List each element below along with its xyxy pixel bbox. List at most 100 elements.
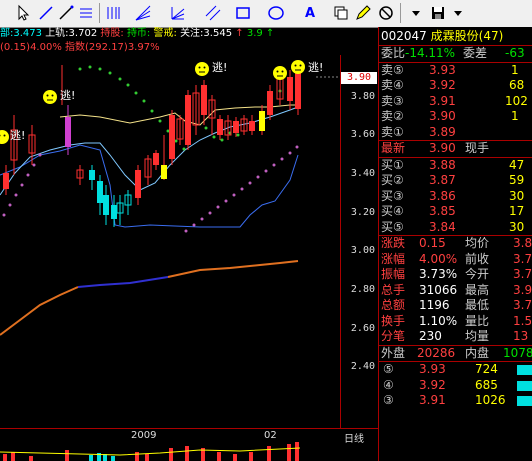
buy-row: 买④ 3.85 17 [379, 204, 532, 220]
fan-icon[interactable] [133, 3, 153, 23]
sell-price: 3.89 [429, 124, 456, 139]
delete-icon[interactable] [376, 3, 396, 23]
sell-label: 卖② [381, 109, 404, 123]
gann-icon[interactable] [168, 3, 188, 23]
neipan-value: 1078 [503, 345, 532, 360]
drawing-toolbar: A [0, 0, 532, 28]
index-value: 指数(292.17)3.97% [65, 42, 160, 53]
latest-label: 最新 [381, 141, 406, 155]
ray-icon[interactable] [56, 3, 76, 23]
depth-row: ③ 3.91 1026 [379, 393, 532, 409]
stat-value: 13 [513, 329, 529, 343]
stat-label: 今开 [465, 267, 490, 281]
depth-bar [517, 396, 532, 406]
stat-value: 3.73% [419, 267, 458, 281]
escape-marker [273, 66, 287, 80]
stat-row: 振幅 3.73% 今开 3.7 [379, 267, 532, 283]
buy-label: 买④ [381, 204, 404, 218]
escape-label: 逃! [60, 89, 75, 102]
sell-label: 卖④ [381, 78, 404, 92]
sell-row: 卖④ 3.92 68 [379, 78, 532, 94]
mid-band-line [0, 106, 299, 196]
buy-price: 3.84 [429, 219, 456, 234]
rectangle-icon[interactable] [233, 3, 253, 23]
depth-row: ⑤ 3.93 724 [379, 362, 532, 378]
stat-row: 涨幅 4.00% 前收 3.7 [379, 252, 532, 268]
stat-row: 换手 1.10% 量比 1.5 [379, 314, 532, 330]
indicator-value: 持币: [126, 28, 151, 39]
line-icon[interactable] [36, 3, 56, 23]
y-tick: 2.80 [350, 284, 375, 295]
buy-volume: 47 [509, 157, 525, 172]
stat-value: 0.15 [419, 236, 446, 250]
buy-price: 3.86 [429, 188, 456, 203]
stat-value: 3.7 [513, 298, 532, 312]
stat-row: 涨跌 0.15 均价 3.8 [379, 236, 532, 252]
waipan-value: 20286 [417, 345, 456, 360]
stat-value: 3.8 [513, 236, 532, 250]
sell-row: 卖③ 3.91 102 [379, 94, 532, 110]
price-axis: 3.90 3.80 3.60 3.40 3.20 3.00 2.80 2.60 … [340, 55, 379, 428]
stat-label: 量比 [465, 313, 490, 328]
latest-row: 最新 3.90 现手 [379, 141, 532, 157]
stat-label: 最高 [465, 282, 490, 297]
text-icon[interactable]: A [300, 3, 320, 23]
dropdown-icon[interactable] [406, 3, 426, 23]
escape-marker [291, 60, 305, 74]
depth-price: 3.92 [419, 377, 446, 392]
escape-label: 逃! [212, 61, 227, 74]
cursor-icon[interactable] [14, 3, 34, 23]
latest-value: 3.90 [429, 141, 456, 155]
escape-label: 逃! [308, 61, 323, 74]
xianshou-label: 现手 [465, 141, 490, 155]
weibi-label: 委比 [381, 46, 406, 60]
stat-value: 1.10% [419, 313, 458, 328]
buy-label: 买③ [381, 188, 404, 203]
buy-label: 买⑤ [381, 219, 404, 234]
index-info-line: (0.15)4.00% 指数(292.17)3.97% [0, 41, 340, 55]
sell-label: 卖③ [381, 93, 404, 108]
stat-label: 涨跌 [381, 236, 406, 250]
buy-row: 买② 3.87 59 [379, 173, 532, 189]
indicator-value: 持股: [100, 28, 124, 39]
buy-volume: 59 [509, 173, 525, 187]
y-tick: 3.00 [350, 245, 375, 256]
vertical-lines-icon[interactable] [103, 3, 123, 23]
buy-volume: 30 [509, 219, 525, 234]
candles [3, 65, 301, 227]
escape-marker [43, 90, 57, 104]
buy-volume: 30 [509, 188, 525, 203]
save-icon[interactable] [428, 3, 448, 23]
date-label: 2009 [131, 430, 157, 441]
copy-icon[interactable] [331, 3, 351, 23]
sell-volume: 102 [505, 93, 528, 108]
weibi-value: -14.11% [405, 46, 456, 60]
stat-label: 总额 [381, 298, 406, 312]
sell-label: 卖⑤ [381, 62, 404, 77]
stat-label: 均价 [465, 236, 490, 250]
stat-value: 1196 [419, 298, 450, 312]
waipan-label: 外盘 [381, 345, 406, 360]
dropdown-icon[interactable] [448, 3, 468, 23]
sell-label: 卖① [381, 124, 404, 139]
y-tick: 3.60 [350, 129, 375, 140]
parallel-icon[interactable] [76, 3, 96, 23]
indicator-value: 警戒: [153, 28, 177, 39]
depth-bar [517, 380, 532, 391]
buy-price: 3.87 [429, 173, 456, 187]
stat-value: 3.7 [513, 251, 532, 266]
depth-price: 3.93 [419, 362, 446, 376]
stat-label: 总手 [381, 282, 406, 297]
kline-chart[interactable]: 逃! 逃! 逃! 逃! [0, 55, 340, 428]
ellipse-icon[interactable] [266, 3, 286, 23]
channel-icon[interactable] [203, 3, 223, 23]
stat-label: 涨幅 [381, 251, 406, 266]
buy-row: 买① 3.88 47 [379, 158, 532, 174]
sell-row: 卖① 3.89 [379, 125, 532, 141]
sell-price: 3.90 [429, 109, 456, 123]
indicator-value: ↑ [235, 28, 244, 39]
indicator-value: ↑ [265, 28, 275, 39]
stat-label: 换手 [381, 313, 406, 328]
buy-price: 3.88 [429, 157, 456, 172]
edit-icon[interactable] [353, 3, 373, 23]
